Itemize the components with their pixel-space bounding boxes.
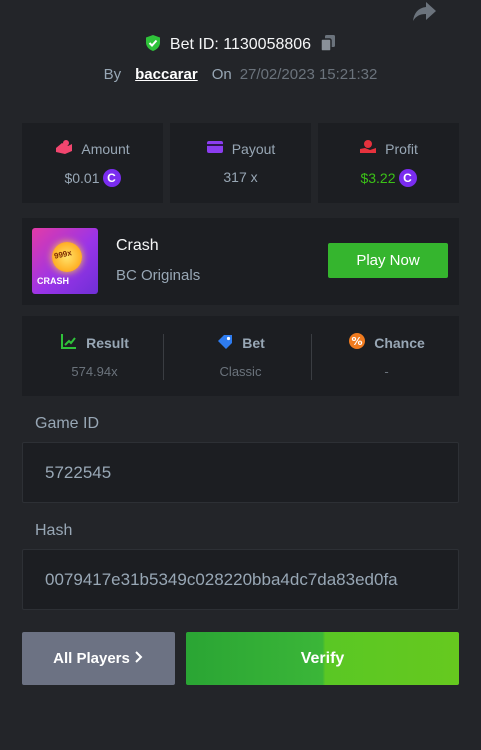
bet-id-row: Bet ID: 1130058806 [0, 34, 481, 56]
result-chart-icon [60, 332, 78, 353]
by-label: By [103, 65, 122, 83]
divider [311, 334, 312, 380]
bet-label: Bet [242, 334, 265, 351]
hash-label: Hash [35, 522, 73, 539]
game-id-value: 5722545 [45, 463, 112, 482]
profit-stat: Profit $3.22 C [318, 123, 459, 203]
bet-datetime: 27/02/2023 15:21:32 [239, 65, 378, 83]
all-players-label: All Players [53, 650, 130, 667]
result-value: 574.94x [71, 364, 118, 379]
bet-column: Bet Classic [168, 316, 313, 396]
all-players-button[interactable]: All Players [22, 632, 175, 685]
game-subtitle: BC Originals [116, 267, 201, 284]
verify-button[interactable]: Verify [186, 632, 459, 685]
game-id-field[interactable]: 5722545 [22, 442, 459, 503]
game-card: 999x CRASH Crash BC Originals Play Now [22, 218, 459, 305]
chance-label: Chance [374, 334, 425, 351]
result-column: Result 574.94x [22, 316, 167, 396]
game-title: Crash [116, 237, 159, 254]
game-id-label: Game ID [35, 415, 100, 432]
payout-value: 317 x [223, 169, 258, 185]
amount-icon [55, 139, 73, 158]
result-card: Result 574.94x Bet Classic % Chance - [22, 316, 459, 396]
divider [163, 334, 164, 380]
on-label: On [211, 65, 232, 83]
play-now-button[interactable]: Play Now [328, 243, 448, 278]
payout-stat: Payout 317 x [170, 123, 311, 203]
chance-column: % Chance - [314, 316, 459, 396]
profit-icon [359, 139, 377, 158]
bet-tag-icon [216, 332, 234, 353]
share-icon[interactable] [410, 0, 438, 24]
percent-icon: % [348, 332, 366, 353]
wallet-icon [206, 139, 224, 158]
bet-value: Classic [219, 364, 262, 379]
result-label: Result [86, 334, 129, 351]
shield-check-icon [144, 34, 162, 57]
coin-icon: C [102, 169, 121, 187]
crash-game-thumbnail[interactable]: 999x CRASH [32, 228, 98, 294]
chance-value: - [384, 364, 389, 379]
profit-value: $3.22 [360, 170, 396, 186]
amount-value: $0.01 [64, 170, 100, 186]
hash-field[interactable]: 0079417e31b5349c028220bba4dc7da83ed0fa [22, 549, 459, 610]
hash-value: 0079417e31b5349c028220bba4dc7da83ed0fa [45, 570, 398, 589]
coin-icon: C [398, 169, 417, 187]
copy-icon[interactable] [319, 34, 337, 57]
bet-author-row: By baccarar On 27/02/2023 15:21:32 [0, 63, 481, 85]
profit-label: Profit [385, 140, 418, 157]
username-link[interactable]: baccarar [135, 66, 198, 83]
bet-id-text: Bet ID: 1130058806 [169, 36, 312, 53]
chevron-right-icon [134, 650, 144, 667]
amount-label: Amount [81, 140, 130, 157]
amount-stat: Amount $0.01 C [22, 123, 163, 203]
payout-label: Payout [231, 140, 276, 157]
svg-text:%: % [352, 335, 363, 348]
thumbnail-label: CRASH [37, 276, 70, 286]
